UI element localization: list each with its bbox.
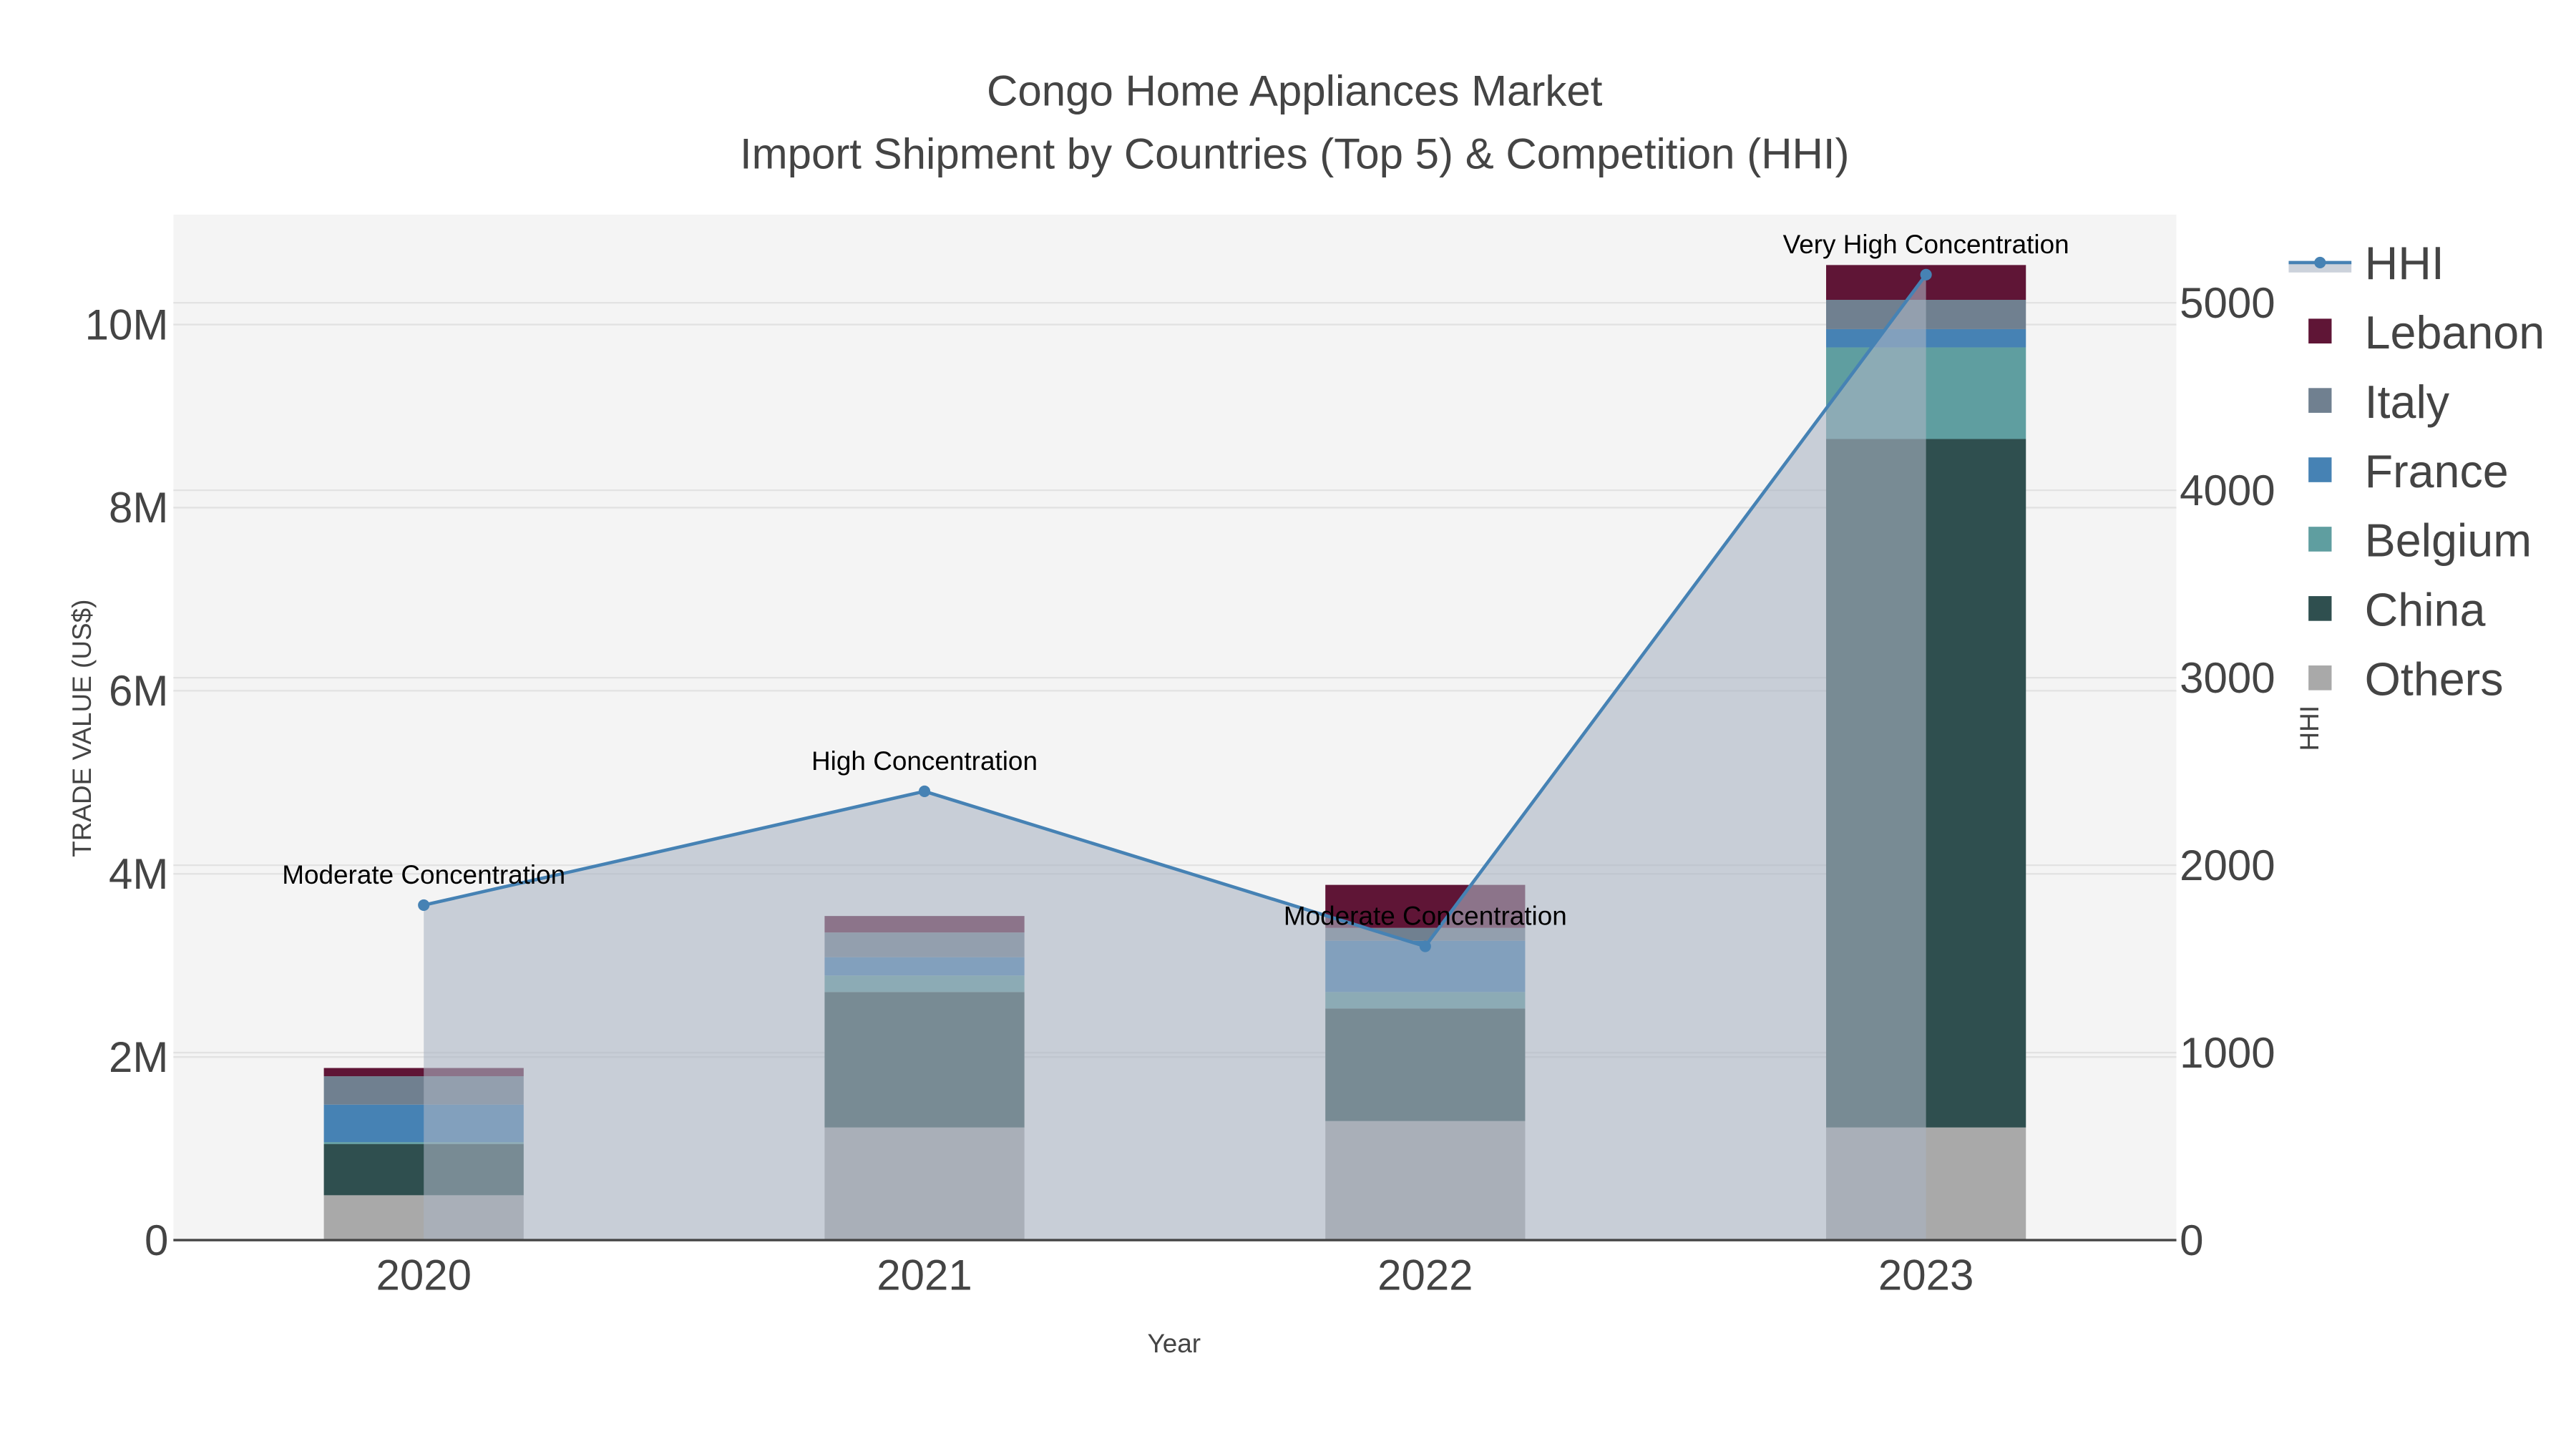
x-tick-label: 2021 [877,1251,972,1299]
hhi-annotation: High Concentration [811,746,1038,776]
y2-tick-label: 5000 [2180,279,2275,327]
legend-label-belgium: Belgium [2365,515,2532,567]
y-tick-label: 8M [109,484,168,532]
y-tick-label: 10M [85,301,169,348]
x-tick-label: 2023 [1878,1251,1974,1299]
y-tick-label: 4M [109,850,168,898]
x-tick-label: 2020 [376,1251,471,1299]
legend-label-italy: Italy [2365,376,2450,428]
y2-tick-label: 2000 [2180,841,2275,889]
y2-tick-label: 4000 [2180,467,2275,514]
legend-swatch-france [2308,457,2332,482]
legend-label-china: China [2365,585,2486,636]
legend-swatch-italy [2308,388,2332,413]
chart-title: Congo Home Appliances Market [987,67,1603,115]
hhi-annotation: Moderate Concentration [1284,902,1567,931]
y-tick-label: 0 [145,1216,168,1264]
x-tick-label: 2022 [1377,1251,1473,1299]
legend-swatch-lebanon [2308,318,2332,343]
legend: HHI Lebanon Italy France Belgium China Others [2288,238,2545,706]
y2-axis-title: HHI [2295,706,2324,751]
hhi-point [1920,268,1932,280]
y-tick-label: 2M [109,1033,168,1081]
x-axis-title: Year [1147,1329,1201,1358]
legend-swatch-china [2308,596,2332,621]
y2-tick-label: 1000 [2180,1029,2275,1077]
y-axis-title: TRADE VALUE (US$) [67,600,97,857]
legend-swatch-belgium [2308,527,2332,552]
hhi-annotation: Very High Concentration [1783,230,2069,259]
legend-label-france: France [2365,446,2509,497]
legend-label-lebanon: Lebanon [2365,307,2545,358]
legend-label-hhi: HHI [2365,238,2444,289]
legend-swatch-others [2308,665,2332,691]
legend-hhi-marker [2314,256,2326,268]
chart-subtitle: Import Shipment by Countries (Top 5) & C… [740,130,1850,177]
hhi-annotation: Moderate Concentration [282,860,565,889]
hhi-point [918,785,931,797]
chart: Moderate Concentration High Concentration… [67,67,2545,1358]
legend-label-others: Others [2365,654,2504,706]
y2-tick-label: 3000 [2180,654,2275,702]
y2-tick-label: 0 [2180,1216,2203,1264]
y-tick-label: 6M [109,667,168,715]
hhi-point [1419,940,1431,952]
hhi-point [418,899,430,911]
bar-france [1826,328,2026,348]
bar-italy [1826,299,2026,329]
